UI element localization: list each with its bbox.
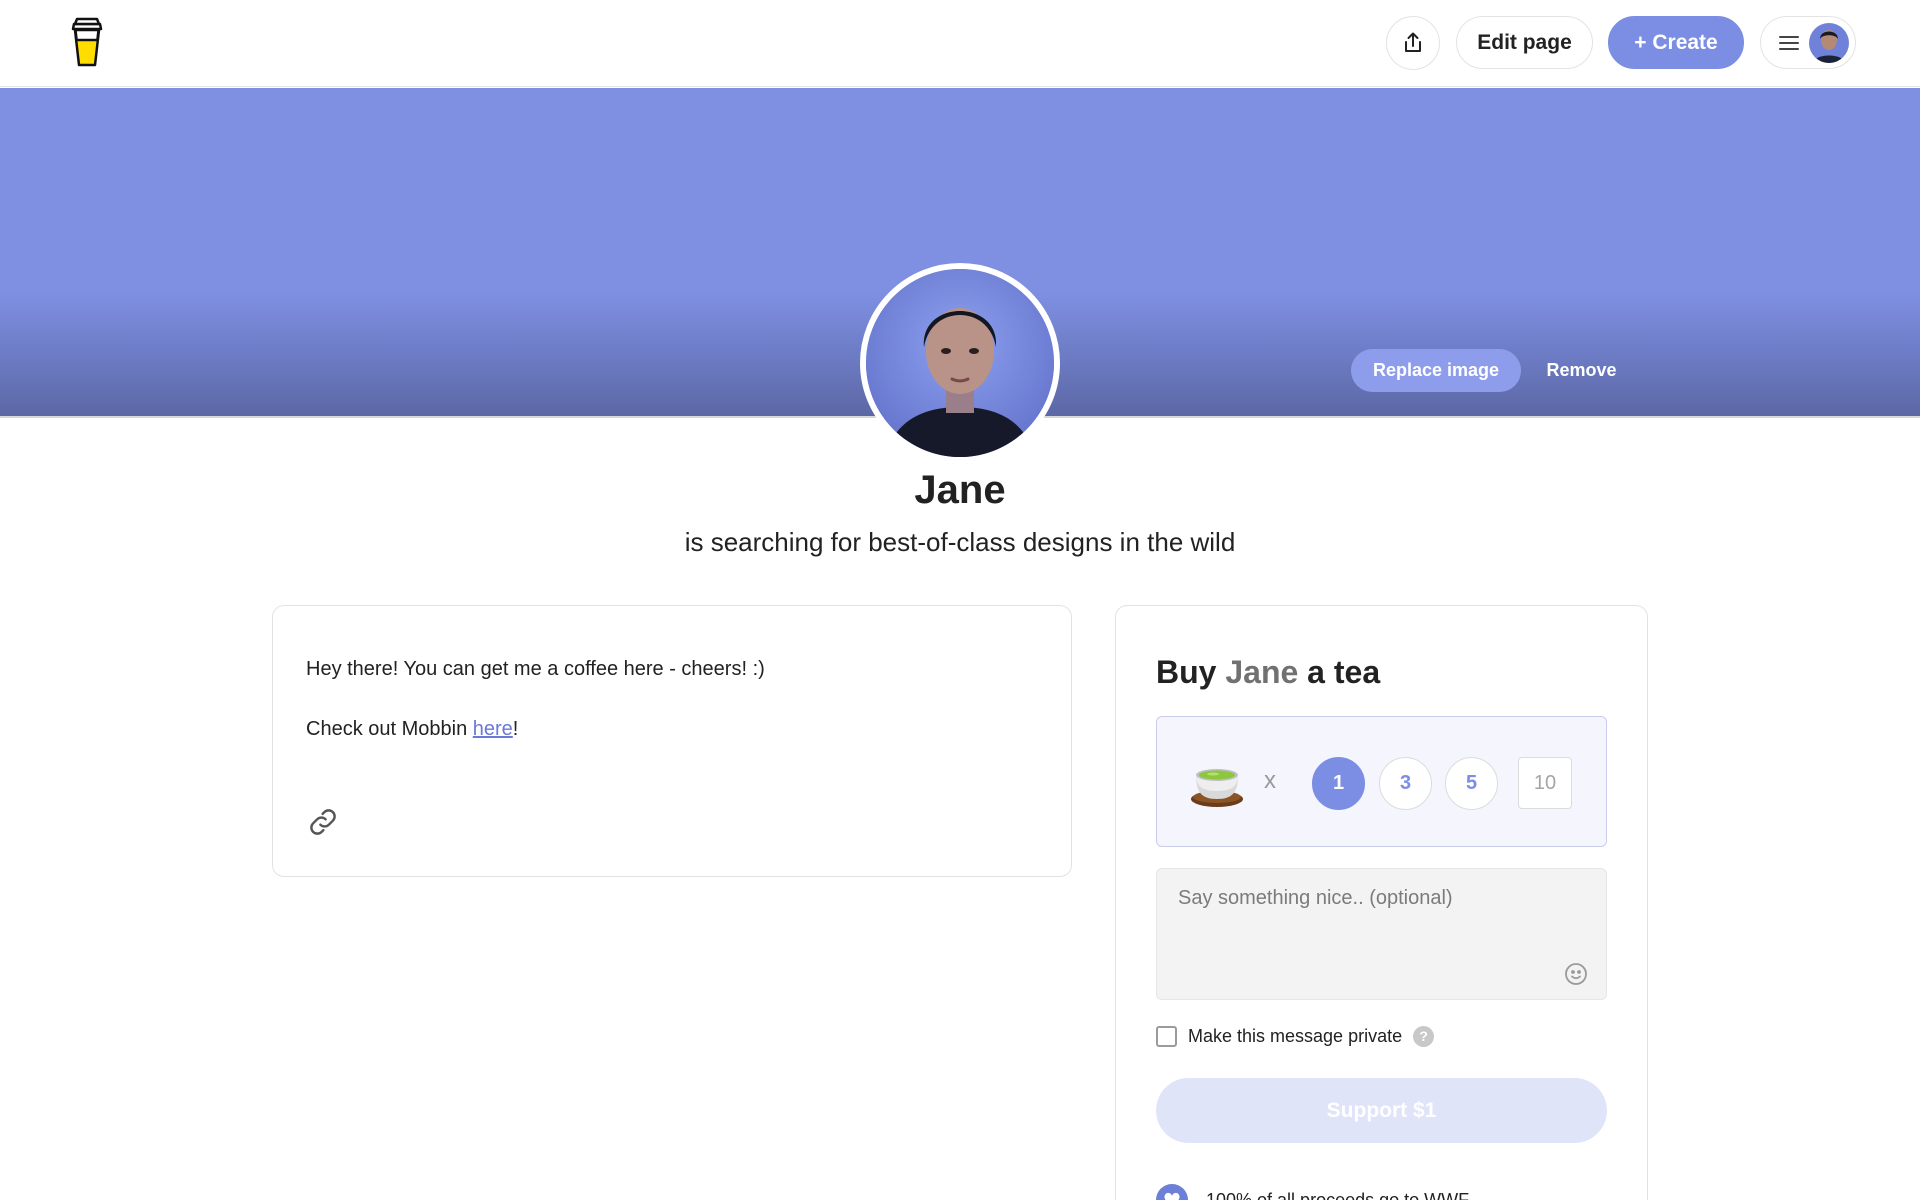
heart-icon xyxy=(1156,1184,1188,1200)
about-link-line: Check out Mobbin here! xyxy=(306,718,518,741)
profile-photo xyxy=(866,269,1054,457)
profile-avatar[interactable] xyxy=(860,263,1060,463)
create-button[interactable]: + Create xyxy=(1608,16,1744,69)
quantity-option-3[interactable]: 3 xyxy=(1379,757,1432,810)
link-icon[interactable] xyxy=(307,806,339,838)
about-link-prefix: Check out Mobbin xyxy=(306,718,473,740)
times-symbol: x xyxy=(1264,767,1276,794)
account-menu-button[interactable] xyxy=(1760,16,1856,69)
about-text: Hey there! You can get me a coffee here … xyxy=(306,658,765,680)
profile-name: Jane xyxy=(914,468,1006,512)
amount-selector: x 1 3 5 10 xyxy=(1156,716,1607,847)
proceeds-note: 100% of all proceeds go to WWF xyxy=(1156,1184,1469,1200)
avatar xyxy=(1809,22,1849,63)
custom-quantity-input[interactable]: 10 xyxy=(1518,757,1572,809)
help-icon[interactable]: ? xyxy=(1413,1025,1435,1047)
cup-logo-icon[interactable] xyxy=(68,16,106,68)
smile-icon[interactable] xyxy=(1564,962,1588,986)
edit-page-button[interactable]: Edit page xyxy=(1456,16,1593,69)
proceeds-text: 100% of all proceeds go to WWF xyxy=(1206,1189,1470,1200)
tea-cup-icon xyxy=(1191,769,1243,807)
replace-image-button[interactable]: Replace image xyxy=(1351,349,1521,392)
support-title: Buy Jane a tea xyxy=(1156,654,1380,691)
mobbin-link[interactable]: here xyxy=(473,718,513,740)
share-icon xyxy=(1405,32,1421,52)
about-card: Hey there! You can get me a coffee here … xyxy=(272,605,1072,877)
share-button[interactable] xyxy=(1386,16,1440,70)
remove-image-button[interactable]: Remove xyxy=(1535,349,1628,392)
private-message-checkbox[interactable] xyxy=(1156,1025,1177,1047)
private-message-label: Make this message private xyxy=(1188,1025,1403,1046)
support-card: Buy Jane a tea x 1 3 5 10 Make this mess… xyxy=(1115,605,1648,1200)
about-link-suffix: ! xyxy=(512,718,519,740)
support-title-suffix: a tea xyxy=(1298,654,1381,690)
top-header: Edit page + Create xyxy=(0,0,1920,87)
private-message-row: Make this message private ? xyxy=(1156,1023,1435,1049)
quantity-option-1[interactable]: 1 xyxy=(1312,757,1365,810)
profile-tagline: is searching for best-of-class designs i… xyxy=(684,527,1236,557)
support-title-prefix: Buy xyxy=(1156,654,1226,690)
support-button[interactable]: Support $1 xyxy=(1156,1078,1607,1143)
support-title-name: Jane xyxy=(1225,654,1299,690)
quantity-option-5[interactable]: 5 xyxy=(1445,757,1498,810)
hamburger-icon xyxy=(1779,35,1799,51)
message-input[interactable] xyxy=(1156,868,1607,1000)
